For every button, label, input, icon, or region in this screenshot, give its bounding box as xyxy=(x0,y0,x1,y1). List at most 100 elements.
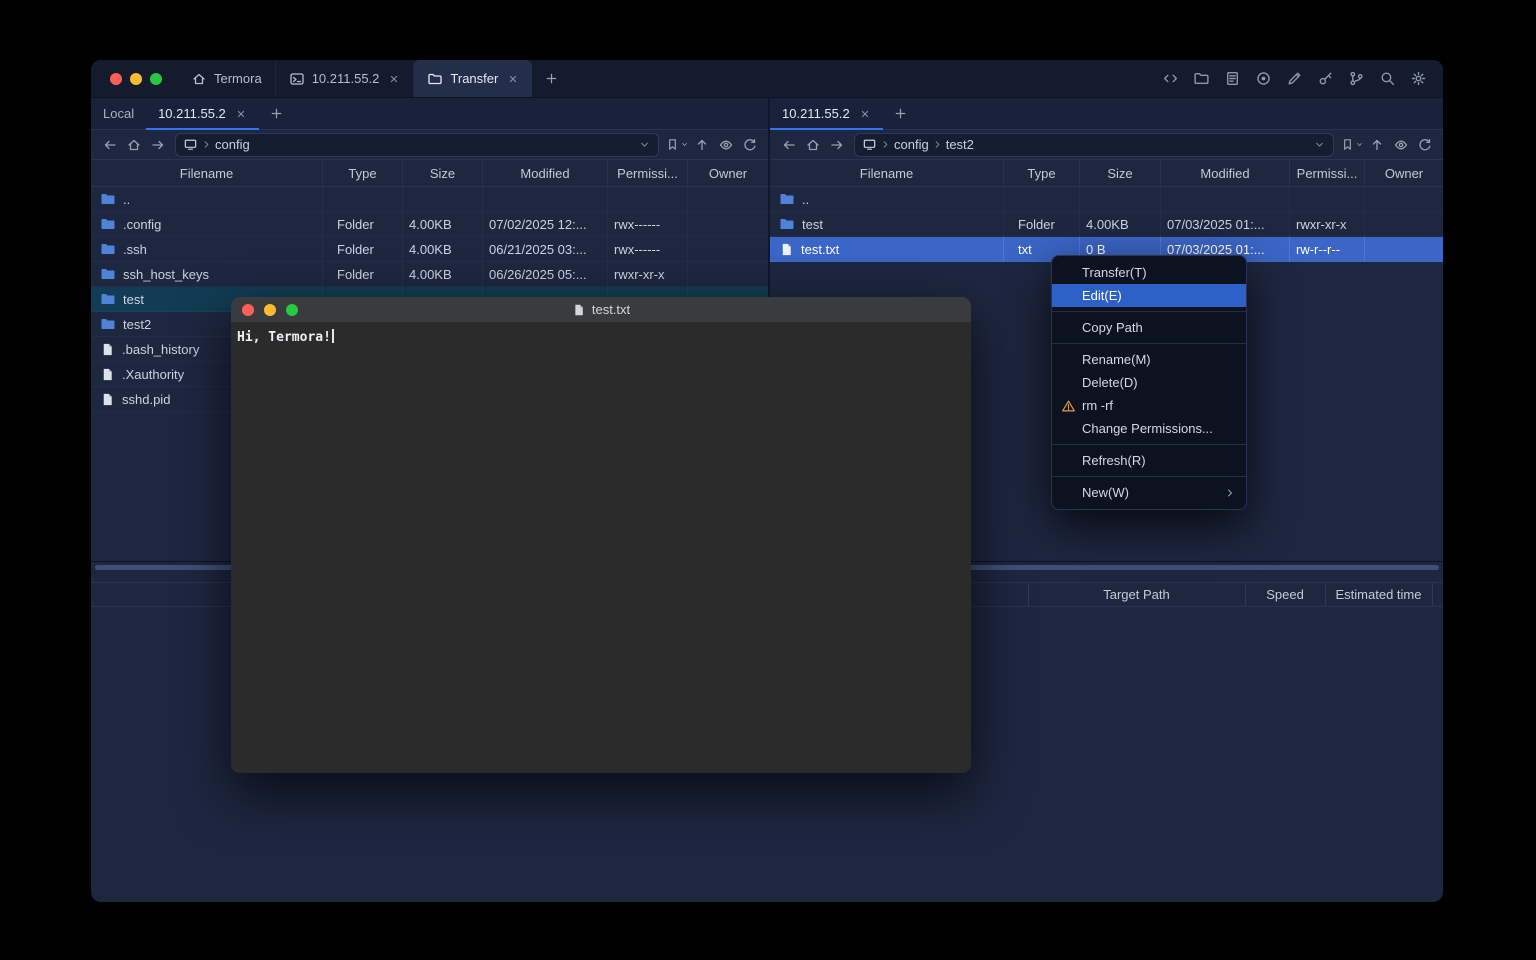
table-row[interactable]: .. xyxy=(770,187,1443,212)
column-header[interactable]: Type xyxy=(1004,160,1080,186)
bookmark-button[interactable] xyxy=(1340,137,1364,152)
path-segment[interactable]: test2 xyxy=(946,137,974,152)
table-row[interactable]: .. xyxy=(91,187,768,212)
zoom-button[interactable] xyxy=(286,304,298,316)
editor-title: test.txt xyxy=(572,302,630,317)
column-header[interactable]: Owner xyxy=(1365,160,1443,186)
tab-host[interactable]: 10.211.55.2 xyxy=(276,60,415,97)
right-table-header: Filename Type Size Modified Permissi... … xyxy=(770,160,1443,187)
close-button[interactable] xyxy=(110,73,122,85)
column-header[interactable]: Owner xyxy=(688,160,768,186)
close-button[interactable] xyxy=(242,304,254,316)
menu-item-rm-rf[interactable]: rm -rf xyxy=(1052,394,1246,417)
menu-item-new[interactable]: New(W) xyxy=(1052,481,1246,504)
menu-item-copy-path[interactable]: Copy Path xyxy=(1052,316,1246,339)
bookmark-button[interactable] xyxy=(665,137,689,152)
editor-content[interactable]: Hi, Termora! xyxy=(231,323,971,773)
tab-termora[interactable]: Termora xyxy=(178,60,276,97)
computer-icon xyxy=(862,137,877,152)
new-pane-tab-button[interactable] xyxy=(883,98,918,129)
pencil-icon[interactable] xyxy=(1283,68,1305,90)
table-row[interactable]: .config Folder 4.00KB 07/02/2025 12:... … xyxy=(91,212,768,237)
back-button[interactable] xyxy=(777,133,800,157)
folder-icon[interactable] xyxy=(1190,68,1212,90)
tab-remote-host[interactable]: 10.211.55.2 xyxy=(146,98,259,129)
editor-titlebar[interactable]: test.txt xyxy=(231,297,971,323)
show-hidden-button[interactable] xyxy=(1389,133,1412,157)
minimize-button[interactable] xyxy=(264,304,276,316)
column-header[interactable]: Size xyxy=(403,160,483,186)
tab-label: 10.211.55.2 xyxy=(782,106,850,121)
folder-icon xyxy=(100,291,116,307)
left-table-header: Filename Type Size Modified Permissi... … xyxy=(91,160,768,187)
column-header[interactable]: Modified xyxy=(483,160,608,186)
folder-icon xyxy=(100,241,116,257)
key-icon[interactable] xyxy=(1314,68,1336,90)
menu-item-rename[interactable]: Rename(M) xyxy=(1052,348,1246,371)
titlebar: Termora 10.211.55.2 Transfer xyxy=(91,60,1443,98)
menu-separator xyxy=(1052,444,1246,445)
menu-item-delete[interactable]: Delete(D) xyxy=(1052,371,1246,394)
menu-item-transfer[interactable]: Transfer(T) xyxy=(1052,261,1246,284)
home-button[interactable] xyxy=(801,133,824,157)
path-segment[interactable]: config xyxy=(894,137,929,152)
tab-transfer[interactable]: Transfer xyxy=(414,60,532,97)
column-divider xyxy=(1432,583,1433,606)
menu-item-refresh[interactable]: Refresh(R) xyxy=(1052,449,1246,472)
column-header[interactable]: Target Path xyxy=(1028,583,1245,606)
chevron-down-icon[interactable] xyxy=(1313,138,1326,151)
tab-label: 10.211.55.2 xyxy=(158,106,226,121)
up-directory-button[interactable] xyxy=(1365,133,1388,157)
column-header[interactable]: Permissi... xyxy=(608,160,688,186)
refresh-button[interactable] xyxy=(1413,133,1436,157)
path-segment[interactable]: config xyxy=(215,137,250,152)
right-path-field[interactable]: config test2 xyxy=(854,133,1334,157)
chevron-right-icon xyxy=(880,139,891,150)
forward-button[interactable] xyxy=(146,133,169,157)
up-directory-button[interactable] xyxy=(690,133,713,157)
minimize-button[interactable] xyxy=(130,73,142,85)
close-icon[interactable] xyxy=(859,108,871,120)
left-path-field[interactable]: config xyxy=(175,133,659,157)
file-icon xyxy=(100,367,115,382)
table-row[interactable]: ssh_host_keys Folder 4.00KB 06/26/2025 0… xyxy=(91,262,768,287)
zoom-button[interactable] xyxy=(150,73,162,85)
refresh-button[interactable] xyxy=(738,133,761,157)
file-type: Folder xyxy=(323,262,403,286)
menu-item-edit[interactable]: Edit(E) xyxy=(1052,284,1246,307)
tab-label: Termora xyxy=(214,71,262,86)
column-header[interactable]: Filename xyxy=(770,160,1004,186)
table-row[interactable]: .ssh Folder 4.00KB 06/21/2025 03:... rwx… xyxy=(91,237,768,262)
back-button[interactable] xyxy=(98,133,121,157)
column-header[interactable]: Type xyxy=(323,160,403,186)
home-button[interactable] xyxy=(122,133,145,157)
branch-icon[interactable] xyxy=(1345,68,1367,90)
file-name: sshd.pid xyxy=(122,392,170,407)
tab-remote-host[interactable]: 10.211.55.2 xyxy=(770,98,883,129)
tab-local[interactable]: Local xyxy=(91,98,146,129)
column-header[interactable]: Speed xyxy=(1245,583,1325,606)
table-row[interactable]: test Folder 4.00KB 07/03/2025 01:... rwx… xyxy=(770,212,1443,237)
file-name: test xyxy=(802,217,823,232)
new-pane-tab-button[interactable] xyxy=(259,98,294,129)
forward-button[interactable] xyxy=(825,133,848,157)
folder-icon xyxy=(100,266,116,282)
new-tab-button[interactable] xyxy=(532,60,571,97)
record-icon[interactable] xyxy=(1252,68,1274,90)
log-file-icon[interactable] xyxy=(1221,68,1243,90)
chevron-down-icon[interactable] xyxy=(638,138,651,151)
left-pane-tabs: Local 10.211.55.2 xyxy=(91,98,768,130)
settings-icon[interactable] xyxy=(1407,68,1429,90)
search-icon[interactable] xyxy=(1376,68,1398,90)
column-header[interactable]: Estimated time xyxy=(1325,583,1432,606)
column-header[interactable]: Permissi... xyxy=(1290,160,1365,186)
menu-item-change-permissions[interactable]: Change Permissions... xyxy=(1052,417,1246,440)
code-icon[interactable] xyxy=(1159,68,1181,90)
close-icon[interactable] xyxy=(388,73,400,85)
close-icon[interactable] xyxy=(235,108,247,120)
close-icon[interactable] xyxy=(507,73,519,85)
column-header[interactable]: Filename xyxy=(91,160,323,186)
show-hidden-button[interactable] xyxy=(714,133,737,157)
column-header[interactable]: Size xyxy=(1080,160,1161,186)
column-header[interactable]: Modified xyxy=(1161,160,1290,186)
